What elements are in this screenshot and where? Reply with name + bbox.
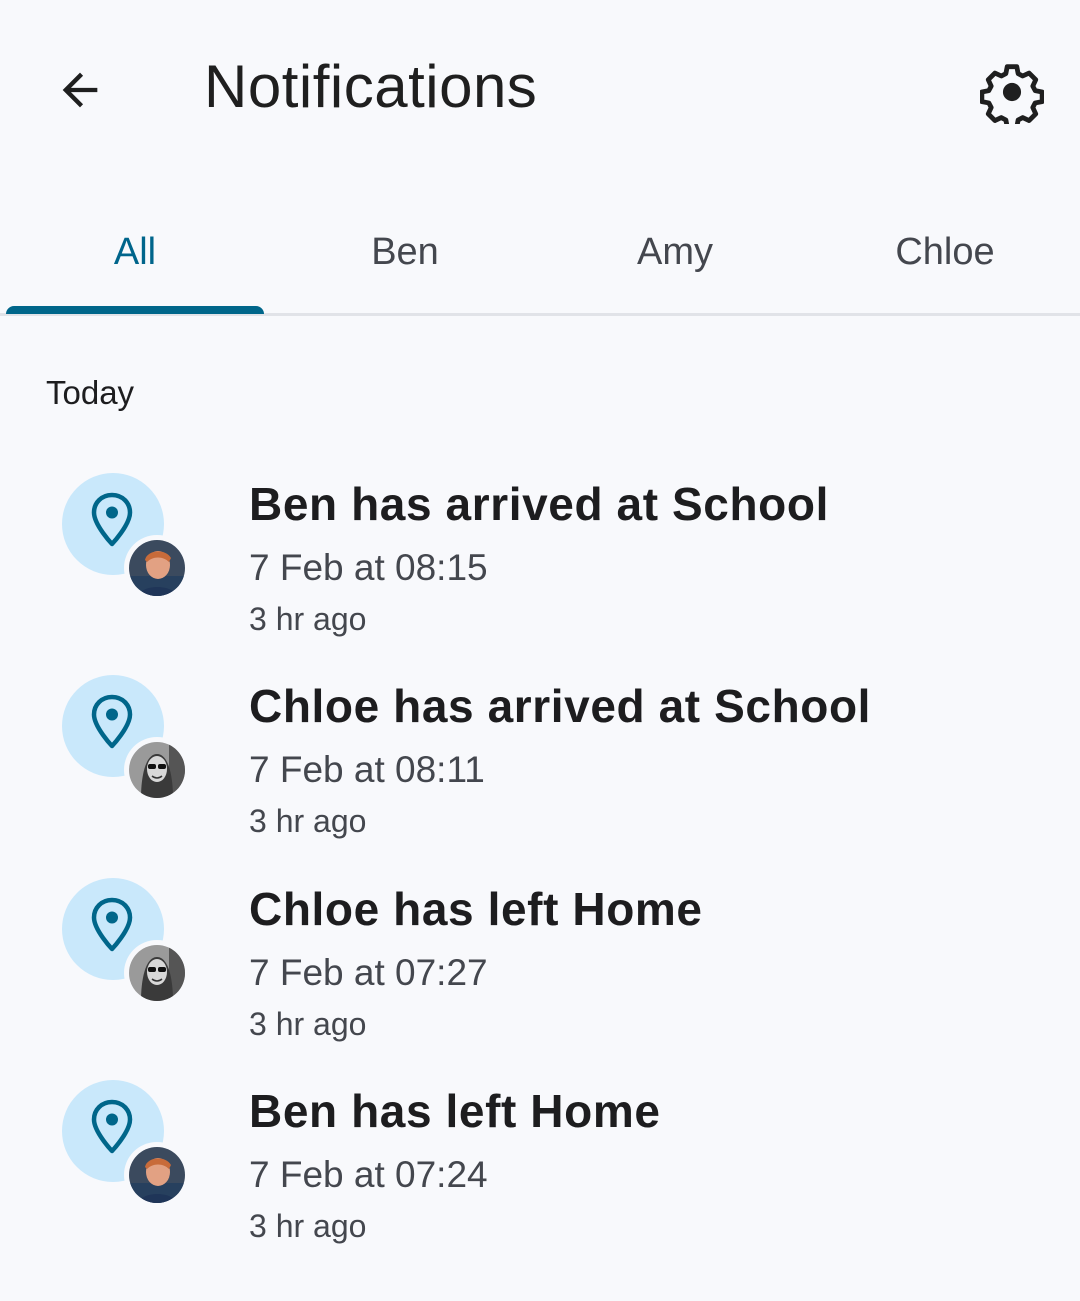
gear-icon bbox=[980, 64, 1044, 124]
notification-title: Ben has left Home bbox=[249, 1085, 661, 1137]
tab-all[interactable]: All bbox=[0, 190, 270, 314]
ben-avatar bbox=[124, 535, 190, 601]
notification-date: 7 Feb at 07:27 bbox=[249, 952, 488, 993]
section-header-today: Today bbox=[46, 374, 135, 411]
filter-tabs: All Ben Amy Chloe bbox=[0, 190, 1080, 316]
notification-title: Ben has arrived at School bbox=[249, 478, 829, 530]
notification-time-ago: 3 hr ago bbox=[249, 601, 367, 637]
notification-item[interactable]: Chloe has arrived at School 7 Feb at 08:… bbox=[0, 675, 1080, 865]
notification-time-ago: 3 hr ago bbox=[249, 803, 367, 839]
ben-avatar bbox=[124, 1142, 190, 1208]
notification-title: Chloe has left Home bbox=[249, 883, 703, 935]
notification-time-ago: 3 hr ago bbox=[249, 1208, 367, 1244]
settings-button[interactable] bbox=[970, 50, 1054, 134]
top-app-bar: Notifications bbox=[0, 0, 1080, 180]
chloe-avatar bbox=[124, 940, 190, 1006]
notification-date: 7 Feb at 08:15 bbox=[249, 547, 488, 588]
tab-ben[interactable]: Ben bbox=[270, 190, 540, 314]
back-button[interactable] bbox=[40, 50, 120, 130]
tab-chloe[interactable]: Chloe bbox=[810, 190, 1080, 314]
notification-item[interactable]: Ben has left Home 7 Feb at 07:24 3 hr ag… bbox=[0, 1080, 1080, 1270]
active-tab-indicator bbox=[6, 306, 264, 314]
tab-amy[interactable]: Amy bbox=[540, 190, 810, 314]
notification-date: 7 Feb at 07:24 bbox=[249, 1154, 488, 1195]
page-title: Notifications bbox=[204, 53, 538, 120]
notification-date: 7 Feb at 08:11 bbox=[249, 749, 485, 790]
notification-item[interactable]: Ben has arrived at School 7 Feb at 08:15… bbox=[0, 473, 1080, 663]
chloe-avatar bbox=[124, 737, 190, 803]
arrow-left-icon bbox=[62, 72, 98, 108]
notification-title: Chloe has arrived at School bbox=[249, 680, 872, 732]
notification-item[interactable]: Chloe has left Home 7 Feb at 07:27 3 hr … bbox=[0, 878, 1080, 1068]
notification-time-ago: 3 hr ago bbox=[249, 1006, 367, 1042]
